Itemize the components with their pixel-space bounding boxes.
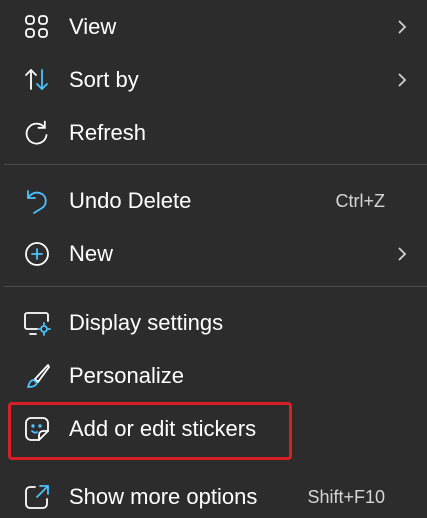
menu-item-label: Personalize	[69, 362, 184, 388]
sort-icon	[22, 65, 52, 95]
menu-item-label: Undo Delete	[69, 187, 192, 213]
menu-item-label: Refresh	[69, 119, 147, 145]
menu-item-personalize[interactable]: Personalize	[0, 349, 427, 402]
shortcut-label: Ctrl+Z	[335, 190, 386, 211]
display-settings-icon	[22, 308, 52, 338]
new-icon	[22, 239, 52, 269]
menu-item-label: Display settings	[69, 309, 224, 335]
menu-divider	[4, 286, 427, 287]
menu-item-undo-delete[interactable]: Undo Delete Ctrl+Z	[0, 174, 427, 227]
chevron-right-icon	[394, 244, 410, 264]
brush-icon	[22, 361, 52, 391]
menu-item-label: New	[69, 240, 114, 266]
menu-item-view[interactable]: View	[0, 0, 427, 53]
menu-item-label: Sort by	[69, 66, 139, 92]
menu-item-label: Show more options	[69, 483, 258, 509]
menu-item-sort-by[interactable]: Sort by	[0, 53, 427, 106]
refresh-icon	[22, 118, 52, 148]
menu-item-refresh[interactable]: Refresh	[0, 106, 427, 159]
menu-item-add-or-edit-stickers[interactable]: Add or edit stickers	[0, 402, 427, 455]
sticker-icon	[22, 414, 52, 444]
menu-item-display-settings[interactable]: Display settings	[0, 296, 427, 349]
menu-divider	[4, 164, 427, 165]
shortcut-label: Shift+F10	[307, 486, 385, 507]
menu-item-new[interactable]: New	[0, 227, 427, 280]
chevron-right-icon	[394, 70, 410, 90]
undo-icon	[22, 186, 52, 216]
context-menu: View Sort by Refresh Undo Delete Ctrl+Z …	[0, 0, 427, 518]
chevron-right-icon	[394, 17, 410, 37]
menu-item-label: Add or edit stickers	[69, 415, 257, 441]
more-options-icon	[22, 482, 52, 512]
menu-item-label: View	[69, 13, 117, 39]
menu-item-show-more-options[interactable]: Show more options Shift+F10	[0, 470, 427, 518]
grid-icon	[22, 12, 52, 42]
